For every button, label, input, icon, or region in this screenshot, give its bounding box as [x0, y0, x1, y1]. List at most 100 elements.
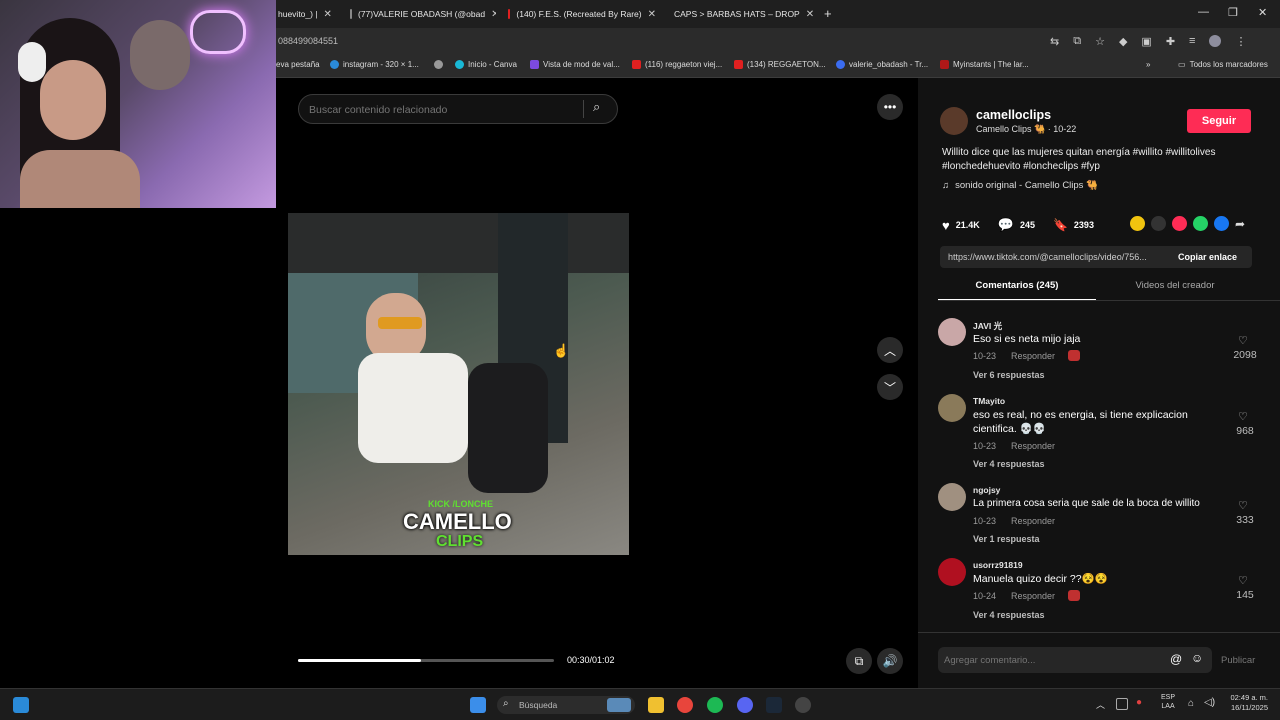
next-video-button[interactable]: ﹀ [877, 374, 903, 400]
discord-icon[interactable] [737, 697, 753, 713]
view-replies-button[interactable]: Ver 4 respuestas [973, 459, 1045, 469]
mic-icon[interactable]: ● [1136, 697, 1142, 708]
commenter-name[interactable]: ngojsy [973, 485, 1000, 495]
mention-icon[interactable]: @ [1170, 652, 1182, 666]
maximize-button[interactable]: ❐ [1228, 6, 1238, 19]
new-tab-button[interactable]: + [824, 6, 832, 21]
bookmark-item[interactable]: (116) reggaeton viej... [632, 60, 722, 69]
screenshot-icon[interactable]: ▣ [1141, 35, 1151, 48]
reply-button[interactable]: Responder [1011, 516, 1055, 526]
tab-fes[interactable]: (140) F.E.S. (Recreated By Rare) ✕ [508, 4, 656, 24]
chrome-icon[interactable] [677, 697, 693, 713]
tab-caps[interactable]: CAPS > BARBAS HATS – DROP ✕ [668, 4, 814, 24]
tab-huevito[interactable]: huevito_) | ✕ [278, 4, 348, 24]
search-icon[interactable]: ⌕ [593, 99, 600, 115]
commenter-name[interactable]: usorrz91819 [973, 560, 1023, 570]
tab-comments[interactable]: Comentarios (245) [938, 280, 1096, 291]
video-progress-bar[interactable] [298, 659, 554, 662]
bookmark-item[interactable]: Myinstants | The lar... [940, 60, 1029, 69]
close-icon[interactable]: ✕ [806, 9, 814, 20]
tab-valerie[interactable]: (77)VALERIE OBADASH (@obad ✕ [350, 4, 496, 24]
tray-chevron-icon[interactable]: ︿ [1096, 698, 1105, 711]
puzzle-icon[interactable]: ✚ [1166, 35, 1175, 48]
file-explorer-icon[interactable] [648, 697, 664, 713]
tab-creator-videos[interactable]: Videos del creador [1096, 280, 1254, 291]
comment-heart-icon[interactable]: ♡ [1238, 499, 1248, 512]
star-icon[interactable]: ☆ [1095, 35, 1105, 48]
translate-icon[interactable]: ⇆ [1050, 35, 1059, 48]
more-options-button[interactable]: ••• [877, 94, 903, 120]
minimize-button[interactable]: — [1198, 6, 1209, 18]
bookmark-item[interactable]: (134) REGGAETON... [734, 60, 826, 69]
facebook-icon[interactable] [1214, 216, 1229, 231]
sound-row[interactable]: ♫ sonido original - Camello Clips 🐫 [942, 180, 1098, 191]
commenter-name[interactable]: JAVI 光 [973, 320, 1002, 332]
commenter-avatar[interactable] [938, 318, 966, 346]
obs-icon[interactable] [795, 697, 811, 713]
bookmarks-overflow-button[interactable]: » [1146, 60, 1150, 69]
menu-list-icon[interactable]: ≡ [1189, 35, 1195, 48]
commenter-avatar[interactable] [938, 558, 966, 586]
bookmark-item[interactable] [434, 60, 443, 69]
widgets-icon[interactable] [13, 697, 29, 713]
bookmark-icon[interactable]: 🔖 [1053, 218, 1068, 232]
previous-video-button[interactable]: ︿ [877, 337, 903, 363]
whatsapp-icon[interactable] [1193, 216, 1208, 231]
more-icon[interactable]: ⋮ [1235, 35, 1246, 48]
comment-heart-icon[interactable]: ♡ [1238, 410, 1248, 423]
url-text[interactable]: 088499084551 [278, 36, 338, 46]
pip-button[interactable]: ⧉ [846, 648, 872, 674]
coin-icon[interactable] [1130, 216, 1145, 231]
close-icon[interactable]: ✕ [648, 9, 656, 20]
steam-icon[interactable] [766, 697, 782, 713]
view-replies-button[interactable]: Ver 4 respuestas [973, 610, 1045, 620]
search-input[interactable] [309, 102, 569, 118]
emoji-icon[interactable]: ☺ [1191, 651, 1203, 665]
profile-icon[interactable] [1209, 35, 1222, 47]
bookmark-item[interactable]: instagram - 320 × 1... [330, 60, 419, 69]
publish-button[interactable]: Publicar [1221, 655, 1255, 666]
view-replies-button[interactable]: Ver 1 respuesta [973, 534, 1040, 544]
extension-icon[interactable]: ◆ [1119, 35, 1127, 48]
reply-button[interactable]: Responder [1011, 441, 1055, 451]
close-icon[interactable]: ✕ [491, 9, 496, 20]
search-bar[interactable]: ⌕ [298, 94, 618, 124]
install-icon[interactable]: ⧉ [1073, 35, 1081, 48]
send-icon[interactable] [1172, 216, 1187, 231]
creator-username[interactable]: camelloclips [976, 108, 1051, 122]
reply-button[interactable]: Responder [1011, 351, 1055, 361]
copy-link-button[interactable]: Copiar enlace [1178, 252, 1237, 262]
share-arrow-icon[interactable]: ➦ [1235, 217, 1245, 231]
commenter-avatar[interactable] [938, 394, 966, 422]
video-player[interactable]: KICK /LONCHE CAMELLO CLIPS [288, 213, 629, 555]
comment-heart-icon[interactable]: ♡ [1238, 334, 1248, 347]
bookmark-item[interactable]: Vista de mod de val... [530, 60, 620, 69]
commenter-avatar[interactable] [938, 483, 966, 511]
language-indicator[interactable]: ESP LAA [1161, 693, 1175, 711]
heart-icon[interactable]: ♥ [942, 218, 950, 233]
volume-icon[interactable]: ◁) [1204, 697, 1215, 708]
network-icon[interactable]: ⌂ [1188, 698, 1194, 709]
taskbar-search[interactable]: ⌕ Búsqueda [497, 696, 635, 714]
bookmark-item[interactable]: Inicio - Canva [455, 60, 517, 69]
comment-heart-icon[interactable]: ♡ [1238, 574, 1248, 587]
follow-button[interactable]: Seguir [1187, 109, 1251, 133]
embed-icon[interactable] [1151, 216, 1166, 231]
view-replies-button[interactable]: Ver 6 respuestas [973, 370, 1045, 380]
volume-button[interactable]: 🔊 [877, 648, 903, 674]
commenter-name[interactable]: TMayito [973, 396, 1005, 406]
close-icon[interactable]: ✕ [324, 9, 332, 20]
tray-app-icon[interactable] [1116, 698, 1128, 710]
creator-avatar[interactable] [940, 107, 968, 135]
windows-start-icon[interactable] [470, 697, 486, 713]
reply-button[interactable]: Responder [1011, 591, 1055, 601]
comment-input-box[interactable]: @ ☺ [938, 647, 1212, 673]
clock[interactable]: 02:49 a. m. 16/11/2025 [1226, 693, 1268, 713]
bookmark-item[interactable]: valerie_obadash - Tr... [836, 60, 928, 69]
comment-icon[interactable]: 💬 [998, 217, 1014, 233]
close-window-button[interactable]: ✕ [1258, 6, 1267, 19]
bookmark-item[interactable]: eva pestaña [276, 60, 320, 69]
spotify-icon[interactable] [707, 697, 723, 713]
all-bookmarks-button[interactable]: ▭ Todos los marcadores [1178, 60, 1268, 69]
comment-input[interactable] [944, 653, 1164, 667]
